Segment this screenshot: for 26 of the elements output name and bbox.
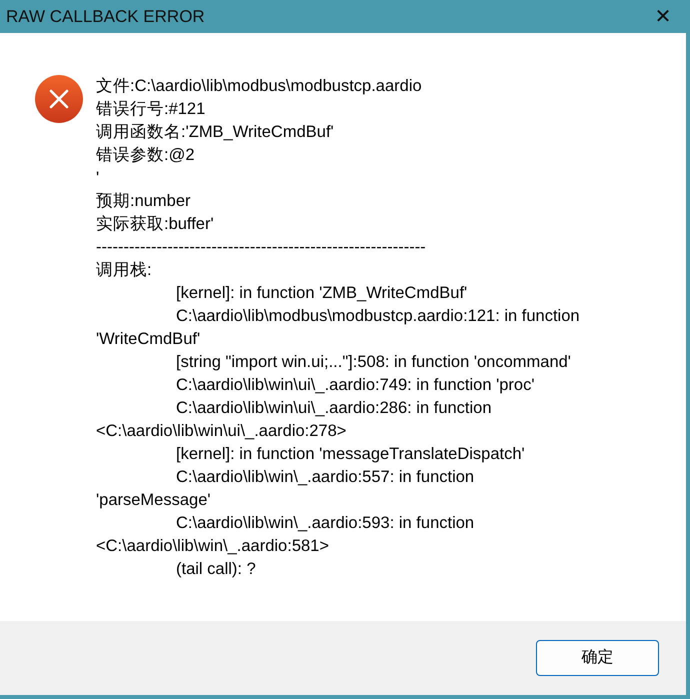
message-line: 调用函数名:'ZMB_WriteCmdBuf' [96,122,335,143]
message-line: [string "import win.ui;..."]:508: in function 'oncommand' [175,352,572,373]
message-line: 预期:number [96,191,192,212]
message-line: ' [96,168,100,189]
message-line: C:\aardio\lib\win\_.aardio:593: in function [175,513,476,534]
message-line: [kernel]: in function 'ZMB_WriteCmdBuf' [175,283,468,304]
message-line: 错误参数:@2 [96,145,196,166]
message-line: <C:\aardio\lib\win\_.aardio:581> [96,536,330,557]
message-line: C:\aardio\lib\win\ui\_.aardio:286: in function [175,398,493,419]
message-line: 错误行号:#121 [96,99,206,120]
message-line: ------------------------------------------------------------ [96,237,427,258]
message-line: 'parseMessage' [96,490,212,511]
ok-button[interactable]: 确定 [536,640,659,676]
message-line: <C:\aardio\lib\win\ui\_.aardio:278> [96,421,348,442]
close-button[interactable]: ✕ [640,0,686,33]
message-line: 调用栈: [96,260,153,281]
message-line: (tail call): ? [175,559,257,580]
message-line: 文件:C:\aardio\lib\modbus\modbustcp.aardio [96,76,423,97]
message-line: 'WriteCmdBuf' [96,329,202,350]
window-title: RAW CALLBACK ERROR [6,6,205,28]
message-line: C:\aardio\lib\modbus\modbustcp.aardio:121: in function [175,306,580,327]
message-line: C:\aardio\lib\win\ui\_.aardio:749: in function 'proc' [175,375,536,396]
message-line: [kernel]: in function 'messageTranslateDispatch' [175,444,526,465]
message-line: C:\aardio\lib\win\_.aardio:557: in function [175,467,476,488]
error-icon [35,75,83,123]
message-line: 实际获取:buffer' [96,214,215,235]
